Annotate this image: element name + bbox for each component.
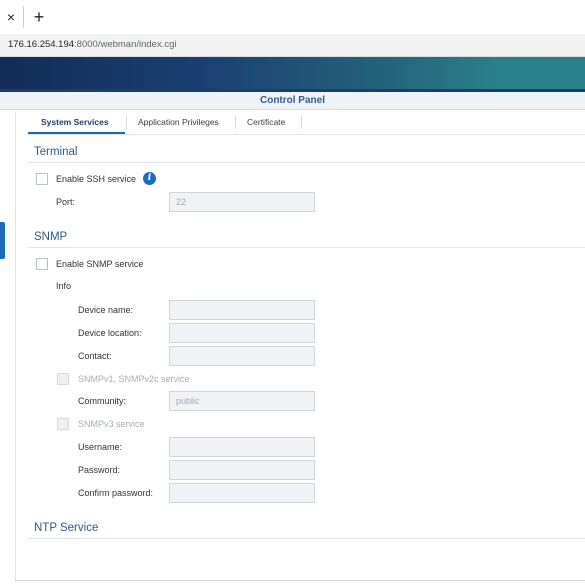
community-input[interactable]	[169, 391, 315, 411]
snmp-enable-checkbox[interactable]	[36, 258, 48, 270]
left-panel-selection-indicator	[0, 222, 5, 259]
tab-application-privileges[interactable]: Application Privileges	[138, 117, 219, 127]
confirm-password-label: Confirm password:	[78, 488, 154, 498]
ntp-section-title: NTP Service	[34, 522, 99, 534]
community-label: Community:	[78, 396, 127, 406]
device-name-label: Device name:	[78, 305, 134, 315]
tab-separator	[126, 116, 127, 129]
active-tab-underline	[28, 132, 125, 134]
window-header[interactable]: Control Panel	[0, 92, 585, 110]
snmpv3-checkbox[interactable]	[57, 418, 69, 430]
url-text[interactable]: 176.16.254.194:8000/webman/index.cgi	[8, 39, 177, 50]
left-panel-divider	[15, 112, 16, 582]
ssh-enable-checkbox[interactable]	[36, 173, 48, 185]
tab-certificate[interactable]: Certificate	[247, 117, 285, 127]
tab-system-services[interactable]: System Services	[41, 117, 109, 127]
port-input[interactable]	[169, 192, 315, 212]
confirm-password-input[interactable]	[169, 483, 315, 503]
contact-input[interactable]	[169, 346, 315, 366]
snmpv1-v2c-label[interactable]: SNMPv1, SNMPv2c service	[78, 374, 190, 384]
tab-separator	[301, 116, 302, 129]
url-path: :8000/webman/index.cgi	[74, 39, 177, 50]
desktop-banner	[0, 57, 585, 89]
device-name-input[interactable]	[169, 300, 315, 320]
device-location-input[interactable]	[169, 323, 315, 343]
snmpv1-v2c-checkbox[interactable]	[57, 373, 69, 385]
password-label: Password:	[78, 465, 121, 475]
tab-edge	[23, 6, 24, 28]
device-location-label: Device location:	[78, 328, 142, 338]
snmp-enable-label[interactable]: Enable SNMP service	[56, 259, 143, 269]
ssh-enable-label[interactable]: Enable SSH service	[56, 174, 136, 184]
port-label: Port:	[56, 197, 76, 207]
settings-tabs: System Services Application Privileges C…	[28, 112, 585, 135]
close-tab-icon[interactable]: ×	[3, 9, 19, 25]
terminal-section-title: Terminal	[34, 146, 78, 158]
snmp-info-label: Info	[56, 281, 72, 291]
window-title: Control Panel	[259, 95, 325, 106]
section-divider	[28, 538, 585, 539]
window-bottom-border	[15, 580, 585, 581]
tab-separator	[235, 116, 236, 129]
info-icon[interactable]: i	[143, 172, 156, 185]
section-divider	[28, 162, 585, 163]
url-host: 176.16.254.194	[8, 39, 75, 50]
username-label: Username:	[78, 442, 123, 452]
address-bar[interactable]: 176.16.254.194:8000/webman/index.cgi	[0, 34, 585, 57]
snmpv3-label[interactable]: SNMPv3 service	[78, 419, 145, 429]
new-tab-button[interactable]: +	[30, 8, 48, 26]
password-input[interactable]	[169, 460, 315, 480]
contact-label: Contact:	[78, 351, 112, 361]
browser-tab-strip: × +	[0, 0, 585, 35]
username-input[interactable]	[169, 437, 315, 457]
snmp-section-title: SNMP	[34, 231, 68, 243]
section-divider	[28, 247, 585, 248]
